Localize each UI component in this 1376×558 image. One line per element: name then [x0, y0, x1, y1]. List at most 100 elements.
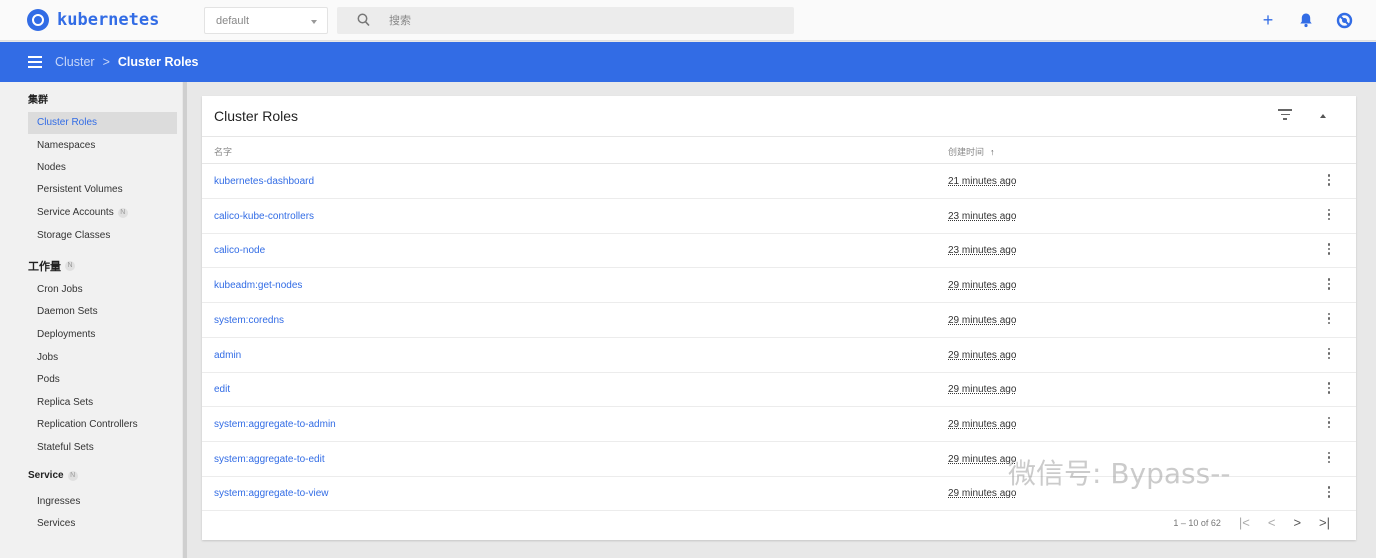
cluster-role-link[interactable]: calico-node — [214, 245, 265, 256]
cluster-role-link[interactable]: edit — [214, 384, 230, 395]
sidebar-item-nodes[interactable]: Nodes — [28, 157, 177, 179]
table-header: 名字 创建时间 ↑ — [202, 136, 1356, 164]
sidebar-item-label: Pods — [37, 374, 60, 385]
bell-icon[interactable] — [1296, 10, 1316, 30]
top-actions: + — [1258, 10, 1354, 30]
created-time: 23 minutes ago — [948, 210, 1017, 222]
cluster-role-link[interactable]: kubeadm:get-nodes — [214, 280, 302, 291]
cluster-role-link[interactable]: system:aggregate-to-edit — [214, 454, 325, 465]
sidebar-item-label: Daemon Sets — [37, 306, 98, 317]
more-vert-icon[interactable] — [1327, 312, 1331, 327]
sidebar-item-label: Persistent Volumes — [37, 184, 123, 195]
table-row[interactable]: admin 29 minutes ago — [202, 338, 1356, 373]
sidebar-item-services[interactable]: Services — [28, 513, 177, 535]
sidebar-item-label: Nodes — [37, 162, 66, 173]
sidebar-item-deployments[interactable]: Deployments — [28, 324, 177, 346]
breadcrumb-bar: Cluster > Cluster Roles — [0, 42, 1376, 82]
cluster-role-link[interactable]: system:aggregate-to-admin — [214, 419, 336, 430]
sidebar-item-label: Namespaces — [37, 140, 96, 151]
sidebar-item-label: Storage Classes — [37, 230, 111, 241]
table-row[interactable]: calico-kube-controllers 23 minutes ago — [202, 199, 1356, 234]
sidebar-item-replication-controllers[interactable]: Replication Controllers — [28, 414, 177, 436]
cluster-role-link[interactable]: system:aggregate-to-view — [214, 488, 329, 499]
table-row[interactable]: system:aggregate-to-admin 29 minutes ago — [202, 407, 1356, 442]
sidebar-section-label: Service — [28, 470, 64, 481]
breadcrumb: Cluster > Cluster Roles — [55, 55, 199, 69]
table-row[interactable]: system:coredns 29 minutes ago — [202, 303, 1356, 338]
search-icon — [357, 13, 370, 32]
more-vert-icon[interactable] — [1327, 174, 1331, 188]
breadcrumb-cluster[interactable]: Cluster — [55, 55, 95, 69]
cluster-role-link[interactable]: kubernetes-dashboard — [214, 176, 314, 187]
table-row[interactable]: kubeadm:get-nodes 29 minutes ago — [202, 268, 1356, 304]
sidebar: 集群 Cluster Roles Namespaces Nodes Persis… — [0, 82, 182, 558]
sidebar-section-service[interactable]: Service N — [28, 470, 78, 481]
sidebar-scrollbar[interactable] — [183, 82, 187, 558]
more-vert-icon[interactable] — [1327, 486, 1331, 500]
last-page-button[interactable]: >| — [1319, 515, 1330, 530]
more-vert-icon[interactable] — [1327, 243, 1331, 257]
created-time: 29 minutes ago — [948, 488, 1017, 500]
sidebar-item-service-accounts[interactable]: Service Accounts N — [28, 202, 177, 224]
created-time: 29 minutes ago — [948, 314, 1017, 326]
wechat-watermark: 微信号: Bypass-- — [1008, 457, 1231, 490]
sidebar-section-label: 工作量 — [28, 261, 61, 273]
sidebar-item-ingresses[interactable]: Ingresses — [28, 491, 177, 513]
sidebar-item-cluster-roles[interactable]: Cluster Roles — [28, 112, 177, 134]
sidebar-item-namespaces[interactable]: Namespaces — [28, 135, 177, 157]
collapse-icon[interactable] — [1320, 114, 1326, 118]
cluster-role-link[interactable]: calico-kube-controllers — [214, 211, 314, 222]
more-vert-icon[interactable] — [1327, 382, 1331, 396]
more-vert-icon[interactable] — [1327, 278, 1331, 292]
sidebar-item-replica-sets[interactable]: Replica Sets — [28, 392, 177, 414]
pagination: 1 – 10 of 62 |< < > >| — [1173, 515, 1330, 530]
namespace-select[interactable]: default — [204, 7, 328, 34]
sidebar-item-cron-jobs[interactable]: Cron Jobs — [28, 279, 177, 301]
next-page-button[interactable]: > — [1293, 515, 1301, 530]
namespaced-badge: N — [65, 261, 75, 271]
table-row[interactable]: edit 29 minutes ago — [202, 372, 1356, 408]
sidebar-item-stateful-sets[interactable]: Stateful Sets — [28, 437, 177, 459]
first-page-button[interactable]: |< — [1239, 515, 1250, 530]
table-row[interactable]: calico-node 23 minutes ago — [202, 233, 1356, 269]
filter-icon[interactable] — [1278, 109, 1292, 120]
help-icon[interactable] — [1334, 10, 1354, 30]
sidebar-section-label: 集群 — [28, 95, 48, 106]
helm-wheel-icon — [27, 9, 49, 31]
sidebar-item-daemon-sets[interactable]: Daemon Sets — [28, 301, 177, 323]
sidebar-item-label: Service Accounts — [37, 207, 114, 218]
more-vert-icon[interactable] — [1327, 208, 1331, 223]
created-time: 29 minutes ago — [948, 349, 1017, 361]
top-bar: kubernetes default + — [0, 0, 1376, 41]
kubernetes-logo[interactable]: kubernetes — [27, 9, 159, 31]
sort-arrow-up-icon: ↑ — [990, 147, 995, 157]
hamburger-menu-icon[interactable] — [28, 56, 42, 68]
pagination-range: 1 – 10 of 62 — [1173, 517, 1221, 528]
search-input[interactable] — [389, 12, 769, 29]
add-icon[interactable]: + — [1258, 10, 1278, 30]
sidebar-item-storage-classes[interactable]: Storage Classes — [28, 225, 177, 247]
sidebar-item-label: Replication Controllers — [37, 419, 138, 430]
dropdown-caret-icon — [311, 20, 317, 24]
namespaced-badge: N — [67, 470, 78, 481]
created-time: 29 minutes ago — [948, 453, 1017, 465]
sidebar-item-pods[interactable]: Pods — [28, 369, 177, 391]
search-box[interactable] — [337, 7, 794, 34]
cluster-role-link[interactable]: system:coredns — [214, 315, 284, 326]
breadcrumb-current: Cluster Roles — [117, 55, 199, 69]
cluster-role-link[interactable]: admin — [214, 350, 241, 361]
sidebar-section-workloads[interactable]: 工作量 N — [28, 258, 75, 274]
more-vert-icon[interactable] — [1327, 347, 1331, 362]
created-time: 29 minutes ago — [948, 280, 1017, 292]
more-vert-icon[interactable] — [1327, 451, 1331, 466]
column-header-created[interactable]: 创建时间 ↑ — [948, 145, 995, 158]
sidebar-item-jobs[interactable]: Jobs — [28, 347, 177, 369]
table-row[interactable]: kubernetes-dashboard 21 minutes ago — [202, 164, 1356, 199]
prev-page-button[interactable]: < — [1268, 515, 1276, 530]
column-header-name[interactable]: 名字 — [214, 145, 232, 158]
sidebar-item-label: Replica Sets — [37, 397, 94, 408]
more-vert-icon[interactable] — [1327, 416, 1331, 431]
sidebar-section-cluster[interactable]: 集群 — [28, 91, 48, 106]
namespaced-badge: N — [117, 208, 128, 218]
sidebar-item-persistent-volumes[interactable]: Persistent Volumes — [28, 179, 177, 201]
